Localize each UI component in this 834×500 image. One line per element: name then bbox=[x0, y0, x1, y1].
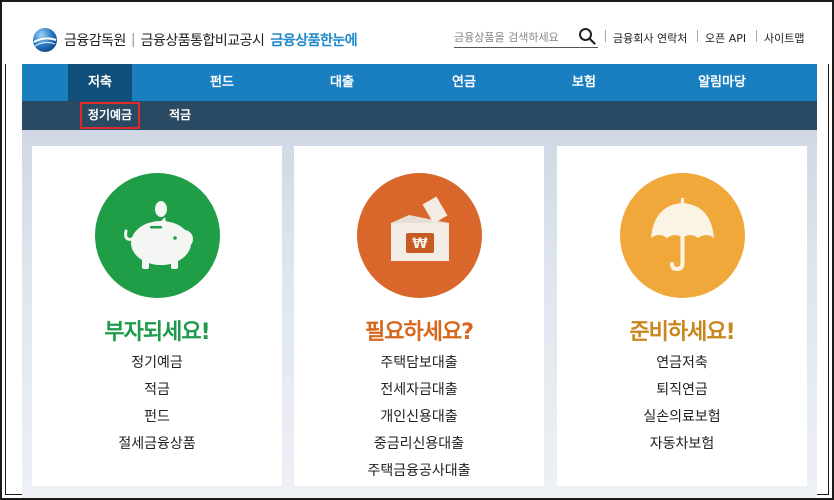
nav-item-insurance[interactable]: 보험 bbox=[552, 64, 616, 101]
card-link-mortgage[interactable]: 주택담보대출 bbox=[294, 350, 544, 377]
card-link-retirement-pension[interactable]: 퇴직연금 bbox=[557, 377, 807, 404]
window-frame: 금융감독원 | 금융상품통합비교공시 금융상품한눈에 금융회사 연락처 오픈 A… bbox=[0, 0, 834, 500]
main-content: 부자되세요! 정기예금 적금 펀드 절세금융상품 ₩ 필요하세요? 주택담보대출… bbox=[22, 130, 817, 498]
subnav-item-time-deposit[interactable]: 정기예금 bbox=[80, 102, 140, 129]
main-nav: 저축 펀드 대출 연금 보험 알림마당 bbox=[22, 64, 817, 101]
card-link-housing-finance-loan[interactable]: 주택금융공사대출 bbox=[294, 458, 544, 485]
util-link-contacts[interactable]: 금융회사 연락처 bbox=[613, 30, 687, 46]
card-link-funds[interactable]: 펀드 bbox=[32, 404, 282, 431]
site-header: 금융감독원 | 금융상품통합비교공시 금융상품한눈에 금융회사 연락처 오픈 A… bbox=[2, 2, 832, 64]
util-link-sitemap[interactable]: 사이트맵 bbox=[764, 30, 804, 46]
sub-nav: 정기예금 적금 bbox=[22, 101, 817, 130]
nav-item-savings[interactable]: 저축 bbox=[68, 64, 132, 101]
card-icon-circle[interactable] bbox=[95, 173, 220, 298]
card-pension-insurance: 준비하세요! 연금저축 퇴직연금 실손의료보험 자동차보험 bbox=[557, 146, 807, 486]
nav-item-funds[interactable]: 펀드 bbox=[190, 64, 254, 101]
site-brand: 금융상품한눈에 bbox=[270, 33, 358, 49]
util-divider bbox=[697, 30, 698, 42]
card-link-mid-rate-loan[interactable]: 중금리신용대출 bbox=[294, 431, 544, 458]
search-icon[interactable] bbox=[578, 27, 596, 45]
card-savings: 부자되세요! 정기예금 적금 펀드 절세금융상품 bbox=[32, 146, 282, 486]
site-title: 금융상품통합비교공시 bbox=[140, 33, 265, 49]
site-logo[interactable]: 금융감독원 | 금융상품통합비교공시 금융상품한눈에 bbox=[32, 27, 358, 53]
card-link-pension-savings[interactable]: 연금저축 bbox=[557, 350, 807, 377]
svg-text:₩: ₩ bbox=[412, 236, 428, 252]
util-link-open-api[interactable]: 오픈 API bbox=[705, 30, 746, 46]
logo-divider: | bbox=[130, 32, 136, 48]
nav-item-pension[interactable]: 연금 bbox=[432, 64, 496, 101]
card-icon-circle[interactable]: ₩ bbox=[357, 173, 482, 298]
card-link-personal-credit-loan[interactable]: 개인신용대출 bbox=[294, 404, 544, 431]
card-link-time-deposit[interactable]: 정기예금 bbox=[32, 350, 282, 377]
card-loans: ₩ 필요하세요? 주택담보대출 전세자금대출 개인신용대출 중금리신용대출 주택… bbox=[294, 146, 544, 486]
card-link-tax-saving-products[interactable]: 절세금융상품 bbox=[32, 431, 282, 458]
util-divider bbox=[605, 30, 606, 42]
nav-item-loans[interactable]: 대출 bbox=[310, 64, 374, 101]
umbrella-icon bbox=[651, 198, 714, 272]
globe-logo-icon bbox=[33, 28, 57, 52]
card-title: 준비하세요! bbox=[629, 320, 735, 345]
card-link-medical-insurance[interactable]: 실손의료보험 bbox=[557, 404, 807, 431]
piggy-bank-icon bbox=[124, 201, 193, 269]
nav-item-notices[interactable]: 알림마당 bbox=[682, 64, 762, 101]
card-link-list: 연금저축 퇴직연금 실손의료보험 자동차보험 bbox=[557, 350, 807, 458]
card-title: 필요하세요? bbox=[365, 320, 474, 345]
money-envelope-icon: ₩ bbox=[391, 196, 449, 261]
subnav-item-installment-savings[interactable]: 적금 bbox=[160, 101, 200, 130]
search-input[interactable] bbox=[454, 27, 572, 48]
card-link-auto-insurance[interactable]: 자동차보험 bbox=[557, 431, 807, 458]
card-link-installment-savings[interactable]: 적금 bbox=[32, 377, 282, 404]
card-title: 부자되세요! bbox=[104, 320, 210, 345]
card-link-jeonse-loan[interactable]: 전세자금대출 bbox=[294, 377, 544, 404]
search-box bbox=[454, 26, 598, 48]
card-link-list: 주택담보대출 전세자금대출 개인신용대출 중금리신용대출 주택금융공사대출 bbox=[294, 350, 544, 485]
card-link-list: 정기예금 적금 펀드 절세금융상품 bbox=[32, 350, 282, 458]
card-icon-circle[interactable] bbox=[620, 173, 745, 298]
org-name: 금융감독원 bbox=[64, 33, 126, 49]
util-divider bbox=[756, 30, 757, 42]
